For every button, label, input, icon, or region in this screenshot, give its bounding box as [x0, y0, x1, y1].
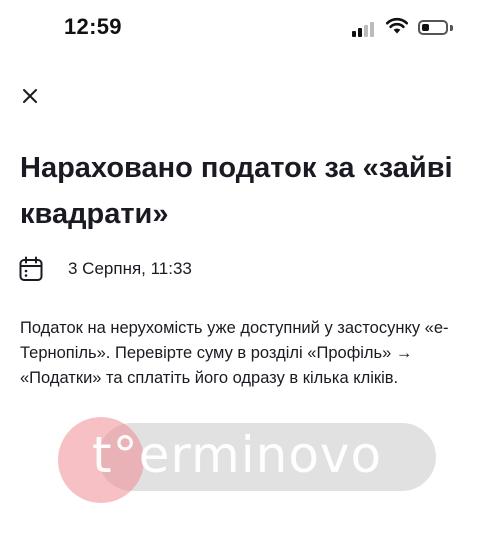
news-date: 3 Серпня, 11:33	[68, 259, 192, 278]
battery-icon	[418, 20, 448, 35]
watermark-text: t°erminovo	[92, 426, 383, 484]
calendar-icon	[19, 256, 43, 281]
battery-level-fill	[422, 24, 429, 31]
news-title: Нараховано податок за «зайві квадрати»	[20, 152, 453, 230]
close-icon	[23, 89, 37, 103]
wifi-icon	[385, 17, 409, 34]
watermark-logo: t°erminovo	[58, 417, 438, 503]
status-bar: 12:59	[0, 0, 491, 56]
status-time: 12:59	[64, 14, 122, 39]
news-body: Податок на нерухомість уже доступний у з…	[20, 319, 449, 387]
signal-icon	[352, 21, 378, 37]
close-button[interactable]	[16, 82, 44, 110]
battery-cap	[450, 25, 453, 31]
